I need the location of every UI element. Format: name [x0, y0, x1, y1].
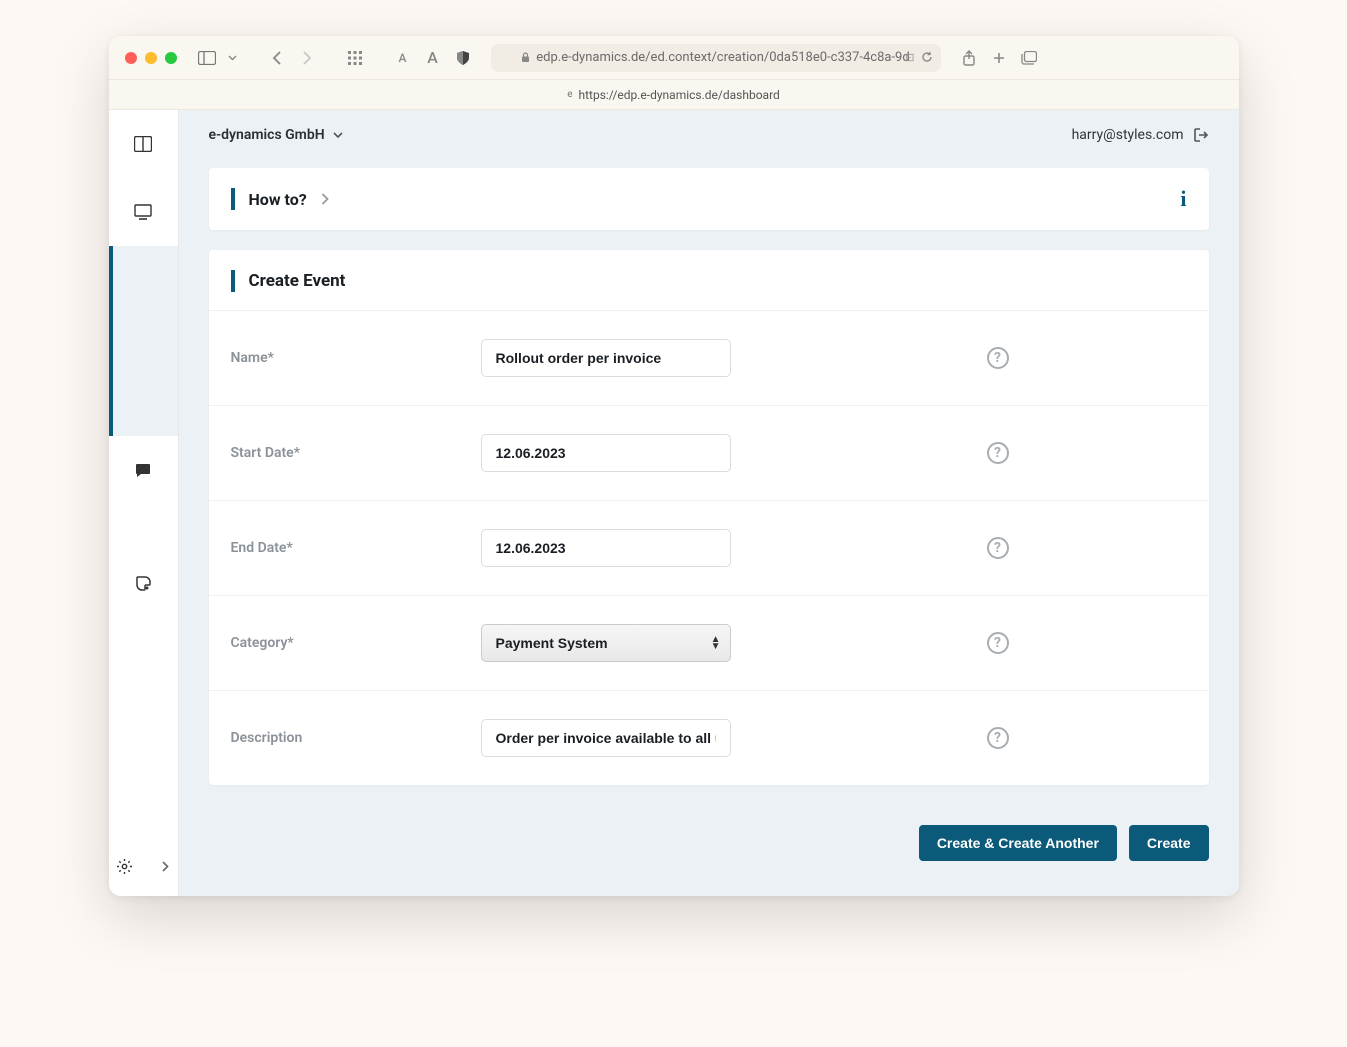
help-icon[interactable]: ?	[987, 727, 1009, 749]
maximize-window-button[interactable]	[165, 52, 177, 64]
tab-title[interactable]: https://edp.e-dynamics.de/dashboard	[579, 88, 780, 102]
forward-button[interactable]	[297, 48, 317, 68]
description-input[interactable]	[481, 719, 731, 757]
apps-grid-icon[interactable]	[345, 48, 365, 68]
end-date-label: End Date*	[231, 540, 481, 556]
info-icon[interactable]: i	[1180, 186, 1186, 212]
text-size-small-icon[interactable]: A	[393, 48, 413, 68]
logout-icon[interactable]	[1194, 128, 1209, 142]
chevron-down-icon	[333, 132, 343, 139]
chevron-down-icon[interactable]	[227, 48, 239, 68]
minimize-window-button[interactable]	[145, 52, 157, 64]
help-icon[interactable]: ?	[987, 442, 1009, 464]
sidebar-item-chat[interactable]	[109, 436, 178, 504]
create-and-another-button[interactable]: Create & Create Another	[919, 825, 1117, 861]
back-button[interactable]	[267, 48, 287, 68]
panel-title: Create Event	[249, 271, 346, 291]
sidebar-item-blog[interactable]	[109, 554, 178, 614]
window-controls	[125, 52, 177, 64]
sidebar	[109, 110, 179, 896]
chevron-right-icon	[162, 861, 169, 872]
close-window-button[interactable]	[125, 52, 137, 64]
org-name: e-dynamics GmbH	[209, 127, 325, 143]
end-date-input[interactable]	[481, 529, 731, 567]
address-bar[interactable]: edp.e-dynamics.de/ed.context/creation/0d…	[491, 44, 941, 72]
chevron-right-icon	[321, 193, 329, 205]
reload-icon[interactable]	[921, 51, 933, 64]
form-row-start-date: Start Date* ?	[209, 405, 1209, 500]
form-row-category: Category* ▲▼ ?	[209, 595, 1209, 690]
new-tab-icon[interactable]	[989, 48, 1009, 68]
user-email: harry@styles.com	[1072, 127, 1184, 143]
form-row-name: Name* ?	[209, 310, 1209, 405]
gear-icon	[117, 859, 132, 874]
translate-icon[interactable]: ⊡	[905, 51, 914, 64]
browser-toolbar: A A edp.e-dynamics.de/ed.context/creatio…	[109, 36, 1239, 80]
name-label: Name*	[231, 350, 481, 366]
accent-bar	[231, 270, 235, 292]
sidebar-item-monitor[interactable]	[109, 178, 178, 246]
category-label: Category*	[231, 635, 481, 651]
category-select[interactable]	[481, 624, 731, 662]
form-row-description: Description ?	[209, 690, 1209, 785]
name-input[interactable]	[481, 339, 731, 377]
sidebar-item-settings[interactable]	[109, 836, 178, 896]
browser-window: A A edp.e-dynamics.de/ed.context/creatio…	[109, 36, 1239, 896]
form-row-end-date: End Date* ?	[209, 500, 1209, 595]
url-text: edp.e-dynamics.de/ed.context/creation/0d…	[536, 50, 909, 65]
accent-bar	[231, 188, 235, 210]
howto-title: How to?	[249, 190, 307, 209]
howto-panel[interactable]: How to? i	[209, 168, 1209, 230]
create-button[interactable]: Create	[1129, 825, 1209, 861]
help-icon[interactable]: ?	[987, 537, 1009, 559]
lock-icon	[521, 52, 530, 63]
text-size-large-icon[interactable]: A	[423, 48, 443, 68]
description-label: Description	[231, 730, 481, 746]
help-icon[interactable]: ?	[987, 632, 1009, 654]
tab-strip: e https://edp.e-dynamics.de/dashboard	[109, 80, 1239, 110]
shield-icon[interactable]	[453, 48, 473, 68]
sidebar-item-layout[interactable]	[109, 110, 178, 178]
top-bar: e-dynamics GmbH harry@styles.com	[179, 110, 1239, 160]
create-event-panel: Create Event Name* ? Start Date* ? End D…	[209, 250, 1209, 785]
org-switcher[interactable]: e-dynamics GmbH	[209, 127, 343, 143]
start-date-label: Start Date*	[231, 445, 481, 461]
sidebar-toggle-icon[interactable]	[197, 48, 217, 68]
start-date-input[interactable]	[481, 434, 731, 472]
main-content: e-dynamics GmbH harry@styles.com How to?	[179, 110, 1239, 896]
help-icon[interactable]: ?	[987, 347, 1009, 369]
share-icon[interactable]	[959, 48, 979, 68]
globe-icon: e	[567, 89, 572, 100]
user-menu: harry@styles.com	[1072, 127, 1209, 143]
sidebar-item-active[interactable]	[109, 246, 178, 436]
actions: Create & Create Another Create	[179, 805, 1239, 861]
tab-overview-icon[interactable]	[1019, 48, 1039, 68]
app-root: e-dynamics GmbH harry@styles.com How to?	[109, 110, 1239, 896]
